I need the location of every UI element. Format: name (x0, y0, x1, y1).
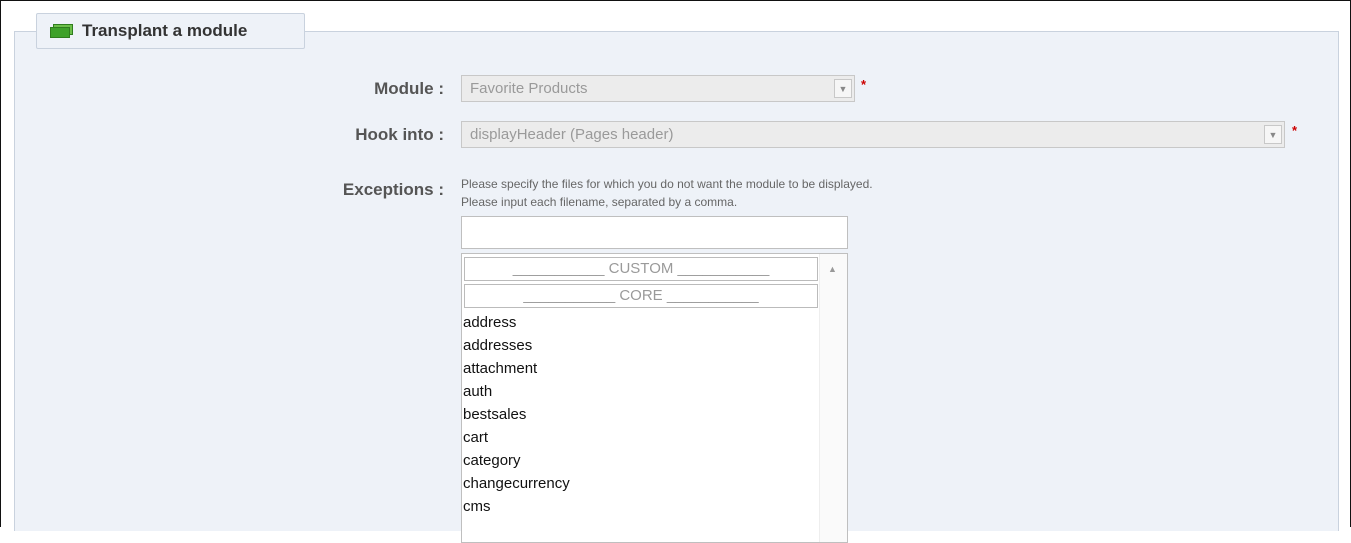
listbox-scrollbar[interactable]: ▲ (819, 254, 847, 542)
hook-select-value: displayHeader (Pages header) (470, 126, 674, 143)
list-item[interactable]: bestsales (462, 404, 847, 427)
list-group-custom: ___________ CUSTOM ___________ (464, 257, 818, 281)
list-item[interactable]: attachment (462, 358, 847, 381)
list-item[interactable]: cms (462, 496, 847, 519)
hook-select[interactable]: displayHeader (Pages header) ▼ (461, 121, 1285, 148)
scroll-up-icon[interactable]: ▲ (828, 264, 837, 274)
exceptions-input[interactable] (461, 216, 848, 249)
module-select-value: Favorite Products (470, 80, 588, 97)
stacked-modules-icon (50, 24, 76, 38)
panel-legend: Transplant a module (36, 13, 305, 49)
list-item[interactable]: category (462, 450, 847, 473)
list-item[interactable]: changecurrency (462, 473, 847, 496)
exceptions-label: Exceptions : (342, 180, 444, 199)
module-label: Module : (374, 79, 444, 98)
required-marker: * (861, 77, 867, 92)
exceptions-listbox[interactable]: ___________ CUSTOM ___________ _________… (461, 253, 848, 543)
list-group-core: ___________ CORE ___________ (464, 284, 818, 308)
exceptions-help-line1: Please specify the files for which you d… (461, 177, 873, 191)
required-marker: * (1292, 123, 1298, 138)
module-select[interactable]: Favorite Products ▼ (461, 75, 855, 102)
list-item[interactable]: cart (462, 427, 847, 450)
exceptions-help-line2: Please input each filename, separated by… (461, 195, 738, 209)
panel-title: Transplant a module (82, 21, 248, 40)
list-item[interactable]: addresses (462, 335, 847, 358)
list-item[interactable]: auth (462, 381, 847, 404)
hook-label: Hook into : (355, 125, 444, 144)
chevron-down-icon[interactable]: ▼ (1264, 125, 1282, 144)
list-item[interactable]: address (462, 312, 847, 335)
chevron-down-icon[interactable]: ▼ (834, 79, 852, 98)
